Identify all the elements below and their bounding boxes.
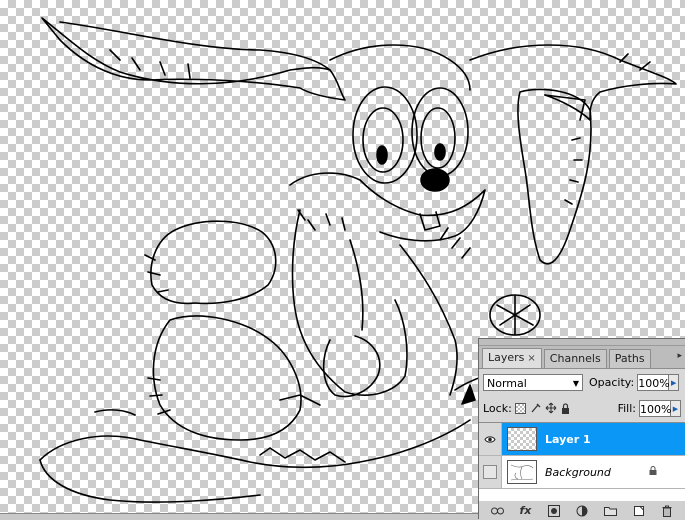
opacity-field[interactable]: 100% [637, 373, 670, 391]
mask-icon[interactable] [547, 504, 561, 518]
panel-bottom-toolbar: fx [479, 501, 685, 520]
fill-field[interactable]: 100% [639, 399, 671, 417]
tab-paths[interactable]: Paths [608, 349, 651, 368]
new-layer-icon[interactable] [632, 504, 646, 518]
visibility-off-box [483, 465, 497, 479]
layer-thumbnail [507, 427, 537, 451]
lock-image-pixels-icon[interactable] [530, 402, 542, 414]
panel-grip[interactable] [479, 339, 685, 346]
tab-layers-label: Layers [488, 351, 525, 364]
lock-fill-row: Lock: Fill: 100% ▶ [479, 395, 685, 421]
layer-visibility-toggle[interactable] [479, 423, 502, 455]
fill-label: Fill: [617, 401, 636, 415]
adjustment-icon[interactable] [575, 504, 589, 518]
layer-name[interactable]: Layer 1 [545, 433, 591, 446]
lock-transparent-pixels-icon[interactable] [515, 402, 527, 414]
close-icon[interactable]: × [527, 353, 535, 364]
trash-icon[interactable] [660, 504, 674, 518]
fx-icon[interactable]: fx [518, 504, 532, 518]
layer-row-layer-1[interactable]: Layer 1 [479, 423, 685, 456]
opacity-label: Opacity: [589, 375, 635, 389]
opacity-slider-arrow-icon[interactable]: ▶ [669, 373, 680, 391]
link-icon[interactable] [490, 504, 504, 518]
fill-slider-arrow-icon[interactable]: ▶ [671, 399, 681, 417]
lock-all-icon[interactable] [560, 402, 572, 414]
blend-mode-select[interactable]: Normal ▼ [483, 373, 583, 391]
layer-list: Layer 1 Background [479, 422, 685, 502]
tab-channels[interactable]: Channels [543, 349, 607, 368]
layers-panel: Layers × Channels Paths ▸ Normal ▼ Opacit… [478, 338, 685, 520]
panel-menu-icon[interactable]: ▸ [677, 351, 682, 361]
lock-label: Lock: [483, 401, 512, 415]
layer-thumbnail [507, 460, 537, 484]
panel-tab-row: Layers × Channels Paths ▸ [479, 346, 685, 369]
lock-icon [649, 466, 657, 475]
blend-mode-value: Normal [487, 376, 527, 390]
tab-layers[interactable]: Layers × [482, 348, 542, 368]
layer-visibility-toggle[interactable] [479, 456, 502, 488]
tab-paths-label: Paths [614, 352, 645, 365]
layer-name[interactable]: Background [545, 466, 611, 479]
eye-icon [484, 435, 496, 443]
group-folder-icon[interactable] [603, 504, 617, 518]
chevron-down-icon: ▼ [572, 378, 579, 388]
layer-row-background[interactable]: Background [479, 456, 685, 489]
lock-position-icon[interactable] [545, 402, 557, 414]
blend-opacity-row: Normal ▼ Opacity: 100% ▶ [479, 369, 685, 395]
tab-channels-label: Channels [549, 352, 601, 365]
